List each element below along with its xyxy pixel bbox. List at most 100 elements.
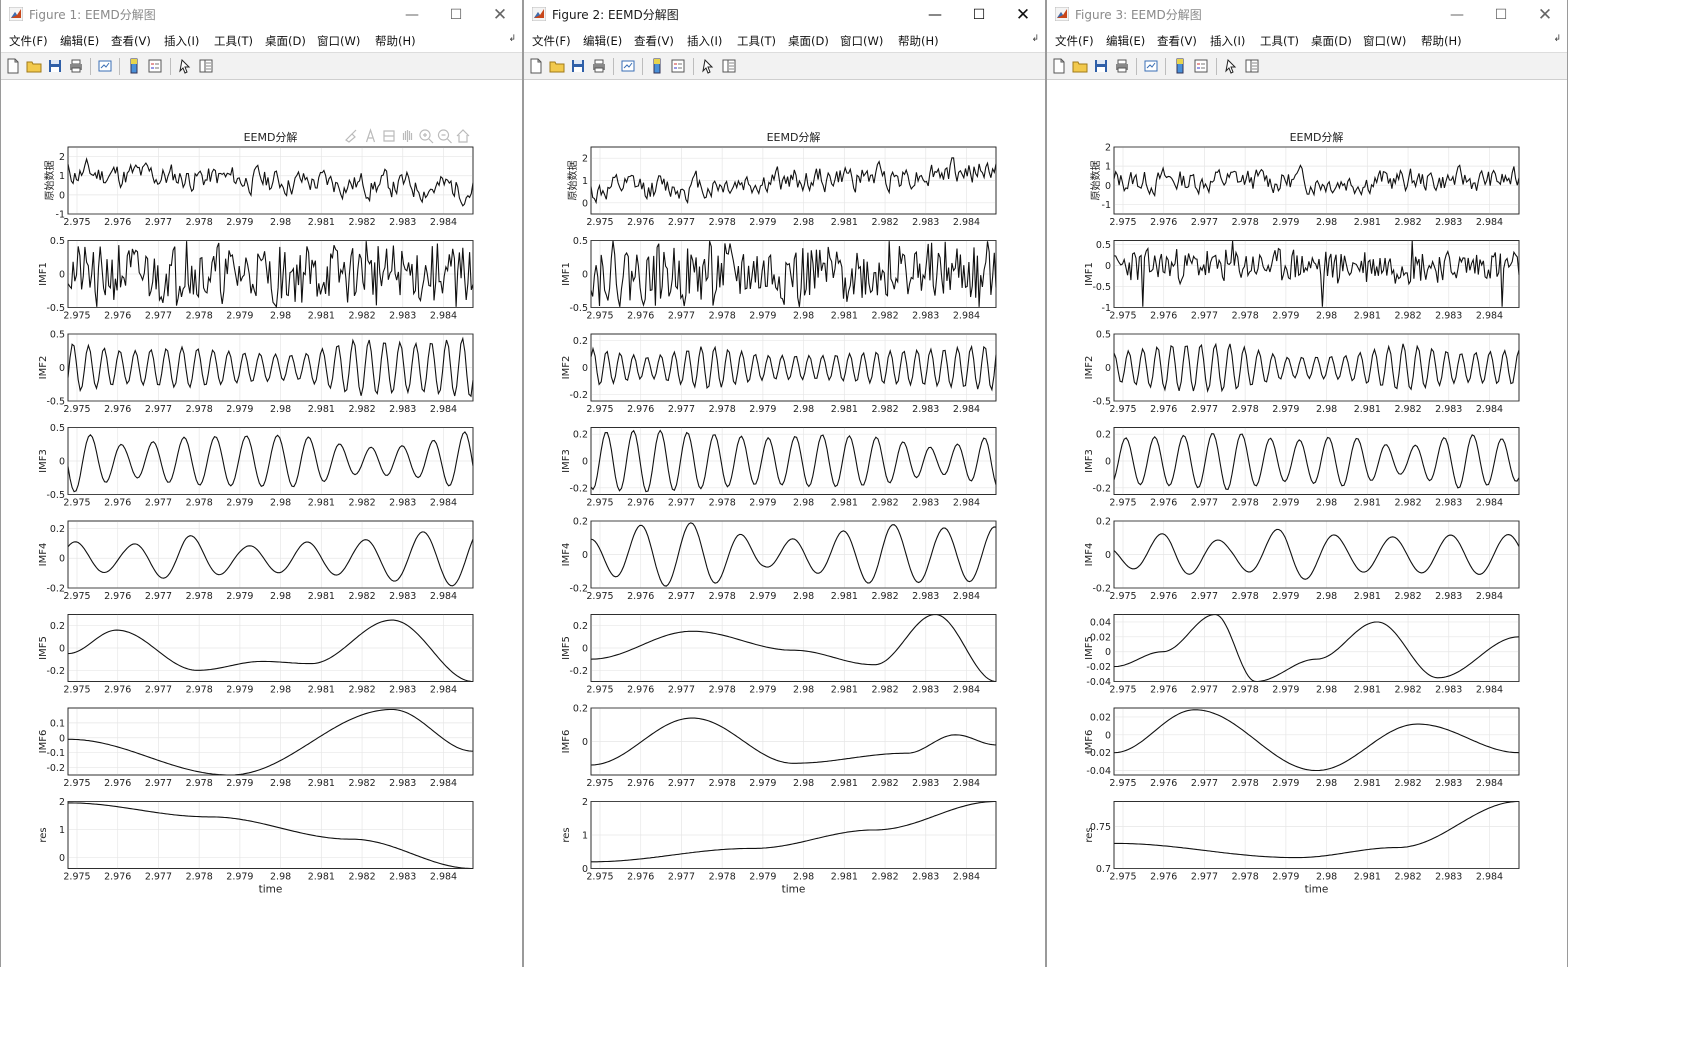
y-axis-label: 原始数据 bbox=[566, 161, 579, 201]
new-file-icon[interactable] bbox=[5, 58, 21, 74]
legend-icon[interactable] bbox=[147, 58, 163, 74]
menu-item[interactable]: 桌面(D) bbox=[1311, 33, 1352, 49]
legend-icon[interactable] bbox=[1193, 58, 1209, 74]
open-folder-icon[interactable] bbox=[549, 58, 565, 74]
save-icon[interactable] bbox=[1093, 58, 1109, 74]
x-tick-label: 2.983 bbox=[1435, 404, 1462, 415]
x-tick-label: 2.978 bbox=[709, 591, 736, 602]
close-button[interactable]: ✕ bbox=[478, 0, 522, 30]
x-tick-label: 2.979 bbox=[226, 872, 253, 883]
x-tick-label: 2.975 bbox=[586, 685, 613, 696]
legend-icon[interactable] bbox=[670, 58, 686, 74]
toolbar-separator bbox=[170, 58, 171, 75]
maximize-button[interactable]: ☐ bbox=[1479, 0, 1523, 30]
menu-item[interactable]: 工具(T) bbox=[214, 33, 253, 49]
x-tick-label: 2.979 bbox=[749, 311, 776, 322]
menu-overflow-icon[interactable]: ↲ bbox=[508, 34, 516, 44]
menu-item[interactable]: 文件(F) bbox=[532, 33, 571, 49]
plot-title: EEMD分解 bbox=[1290, 130, 1344, 144]
zoom-in-icon[interactable] bbox=[419, 129, 434, 144]
y-tick-label: 0.1 bbox=[50, 718, 65, 729]
y-tick-label: 0 bbox=[582, 644, 588, 655]
menu-item[interactable]: 帮助(H) bbox=[375, 33, 416, 49]
minimize-button[interactable]: — bbox=[390, 0, 434, 30]
menu-item[interactable]: 桌面(D) bbox=[265, 33, 306, 49]
zoom-out-icon[interactable] bbox=[437, 129, 452, 144]
menu-item[interactable]: 工具(T) bbox=[1260, 33, 1299, 49]
link-plot-icon[interactable] bbox=[620, 58, 636, 74]
axes-box bbox=[1113, 707, 1520, 776]
print-icon[interactable] bbox=[68, 58, 84, 74]
menu-item[interactable]: 编辑(E) bbox=[1106, 33, 1145, 49]
new-file-icon[interactable] bbox=[1051, 58, 1067, 74]
menu-item[interactable]: 桌面(D) bbox=[788, 33, 829, 49]
menu-item[interactable]: 插入(I) bbox=[1210, 33, 1245, 49]
data-tips-icon[interactable] bbox=[365, 128, 376, 143]
link-plot-icon[interactable] bbox=[97, 58, 113, 74]
maximize-button[interactable]: ☐ bbox=[957, 0, 1001, 30]
x-tick-label: 2.976 bbox=[1150, 311, 1177, 322]
home-icon[interactable] bbox=[456, 129, 470, 143]
title-bar[interactable]: Figure 1: EEMD分解图 — ☐ ✕ bbox=[1, 0, 522, 30]
property-inspector-icon[interactable] bbox=[1244, 58, 1260, 74]
close-button[interactable]: ✕ bbox=[1001, 0, 1045, 30]
link-plot-icon[interactable] bbox=[1143, 58, 1159, 74]
minimize-button[interactable]: — bbox=[1435, 0, 1479, 30]
menu-overflow-icon[interactable]: ↲ bbox=[1031, 34, 1039, 44]
colorbar-icon[interactable] bbox=[126, 58, 142, 74]
menu-item[interactable]: 查看(V) bbox=[1157, 33, 1197, 49]
x-tick-label: 2.977 bbox=[668, 685, 695, 696]
menu-item[interactable]: 帮助(H) bbox=[898, 33, 939, 49]
x-tick-label: 2.984 bbox=[1476, 217, 1503, 228]
pointer-icon[interactable] bbox=[700, 58, 716, 74]
menu-item[interactable]: 窗口(W) bbox=[1363, 33, 1406, 49]
x-tick-label: 2.981 bbox=[1354, 872, 1381, 883]
close-button[interactable]: ✕ bbox=[1523, 0, 1567, 30]
menu-item[interactable]: 查看(V) bbox=[634, 33, 674, 49]
menu-item[interactable]: 帮助(H) bbox=[1421, 33, 1462, 49]
menu-item[interactable]: 窗口(W) bbox=[317, 33, 360, 49]
x-tick-label: 2.977 bbox=[668, 778, 695, 789]
menu-item[interactable]: 编辑(E) bbox=[60, 33, 99, 49]
x-tick-label: 2.983 bbox=[389, 498, 416, 509]
pointer-icon[interactable] bbox=[177, 58, 193, 74]
open-folder-icon[interactable] bbox=[1072, 58, 1088, 74]
minimize-button[interactable]: — bbox=[913, 0, 957, 30]
x-tick-label: 2.981 bbox=[308, 778, 335, 789]
save-icon[interactable] bbox=[570, 58, 586, 74]
menu-item[interactable]: 文件(F) bbox=[1055, 33, 1094, 49]
open-folder-icon[interactable] bbox=[26, 58, 42, 74]
menu-item[interactable]: 查看(V) bbox=[111, 33, 151, 49]
colorbar-icon[interactable] bbox=[649, 58, 665, 74]
x-tick-label: 2.981 bbox=[831, 498, 858, 509]
x-tick-label: 2.975 bbox=[63, 498, 90, 509]
print-icon[interactable] bbox=[591, 58, 607, 74]
menu-item[interactable]: 编辑(E) bbox=[583, 33, 622, 49]
menu-item[interactable]: 插入(I) bbox=[687, 33, 722, 49]
pointer-icon[interactable] bbox=[1223, 58, 1239, 74]
pan-icon[interactable] bbox=[402, 130, 413, 142]
property-inspector-icon[interactable] bbox=[198, 58, 214, 74]
y-tick-label: 0.04 bbox=[1090, 617, 1111, 628]
menu-item[interactable]: 工具(T) bbox=[737, 33, 776, 49]
new-file-icon[interactable] bbox=[528, 58, 544, 74]
title-bar[interactable]: Figure 3: EEMD分解图 — ☐ ✕ bbox=[1047, 0, 1567, 30]
rotate-icon[interactable] bbox=[383, 130, 395, 142]
x-tick-label: 2.981 bbox=[1354, 217, 1381, 228]
menu-item[interactable]: 文件(F) bbox=[9, 33, 48, 49]
x-tick-label: 2.98 bbox=[1316, 591, 1337, 602]
maximize-button[interactable]: ☐ bbox=[434, 0, 478, 30]
colorbar-icon[interactable] bbox=[1172, 58, 1188, 74]
axes-box bbox=[67, 801, 474, 869]
title-bar[interactable]: Figure 2: EEMD分解图 — ☐ ✕ bbox=[524, 0, 1045, 30]
x-tick-label: 2.976 bbox=[627, 685, 654, 696]
property-inspector-icon[interactable] bbox=[721, 58, 737, 74]
x-tick-label: 2.981 bbox=[308, 217, 335, 228]
menu-item[interactable]: 插入(I) bbox=[164, 33, 199, 49]
menu-overflow-icon[interactable]: ↲ bbox=[1553, 34, 1561, 44]
save-icon[interactable] bbox=[47, 58, 63, 74]
brush-icon[interactable] bbox=[345, 129, 357, 143]
print-icon[interactable] bbox=[1114, 58, 1130, 74]
x-tick-label: 2.976 bbox=[627, 778, 654, 789]
menu-item[interactable]: 窗口(W) bbox=[840, 33, 883, 49]
